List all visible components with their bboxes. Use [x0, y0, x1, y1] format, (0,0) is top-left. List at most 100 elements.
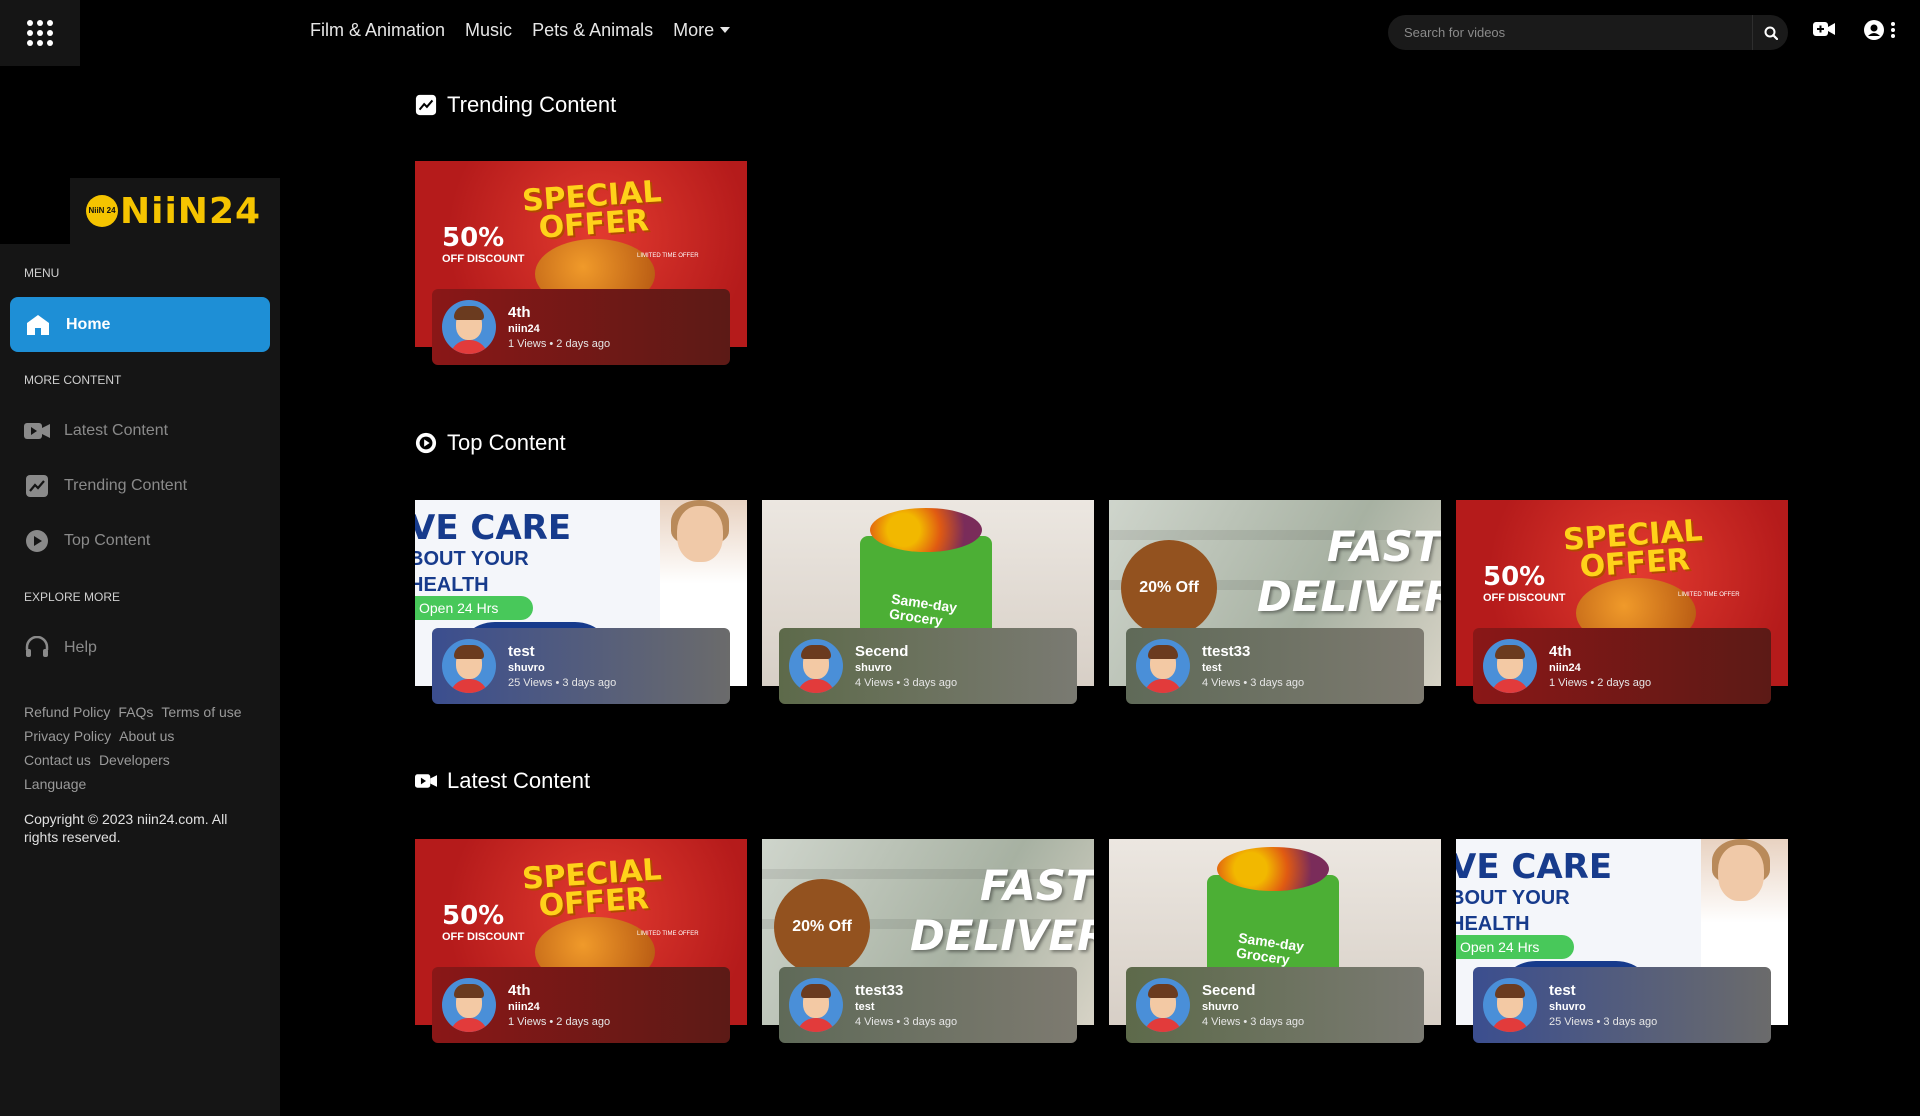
sidebar-item-top-content[interactable]: Top Content [24, 528, 150, 554]
video-title: 4th [1549, 643, 1572, 660]
video-author: niin24 [508, 1001, 540, 1013]
video-title: ttest33 [1202, 643, 1251, 660]
upload-video-button[interactable] [1813, 20, 1835, 38]
sidebar-item-label: Latest Content [64, 422, 169, 439]
video-author: shuvro [855, 662, 892, 674]
section-title-trending: Trending Content [415, 92, 616, 118]
video-info-overlay: 4th niin24 1 Views • 2 days ago [432, 967, 730, 1043]
sidebar-item-label: Top Content [64, 532, 151, 549]
section-title-text: Trending Content [447, 92, 617, 117]
video-stats: 4 Views • 3 days ago [855, 1016, 958, 1028]
video-camera-icon [415, 770, 437, 792]
video-stats: 4 Views • 3 days ago [855, 677, 958, 689]
video-card[interactable]: VE CARE BOUT YOUR HEALTH Open 24 Hrs test… [1456, 839, 1788, 1043]
video-title: ttest33 [855, 982, 904, 999]
video-card[interactable]: FAST DELIVERY 20% Off ttest33 test 4 Vie… [1109, 500, 1441, 704]
link-about-us[interactable]: About us [119, 728, 174, 744]
apps-grid-button[interactable] [0, 0, 80, 66]
sidebar-item-latest-content[interactable]: Latest Content [24, 418, 168, 444]
sidebar-item-home[interactable]: Home [10, 297, 270, 352]
nav-film-animation[interactable]: Film & Animation [310, 20, 445, 41]
kebab-menu-icon [1891, 22, 1895, 38]
more-content-header: MORE CONTENT [24, 373, 122, 387]
video-stats: 1 Views • 2 days ago [508, 338, 611, 350]
sidebar: MENU Home MORE CONTENT Latest Content Tr… [0, 244, 280, 1116]
section-title-top: Top Content [415, 430, 566, 456]
link-faqs[interactable]: FAQs [118, 704, 153, 720]
sidebar-item-trending-content[interactable]: Trending Content [24, 473, 187, 499]
play-circle-icon [415, 432, 437, 454]
explore-more-header: EXPLORE MORE [24, 590, 121, 604]
video-author: niin24 [1549, 662, 1581, 674]
video-title: Secend [1202, 982, 1256, 999]
link-language[interactable]: Language [24, 776, 86, 792]
avatar [789, 639, 843, 693]
video-card[interactable]: FAST DELIVERY 20% Off ttest33 test 4 Vie… [762, 839, 1094, 1043]
link-refund-policy[interactable]: Refund Policy [24, 704, 110, 720]
video-info-overlay: test shuvro 25 Views • 3 days ago [1473, 967, 1771, 1043]
video-card[interactable]: SPECIAL OFFER 50% OFF DISCOUNT LIMITED TI… [415, 161, 747, 365]
headset-icon [24, 635, 50, 661]
video-info-overlay: test shuvro 25 Views • 3 days ago [432, 628, 730, 704]
nav-music[interactable]: Music [465, 20, 512, 41]
video-info-overlay: ttest33 test 4 Views • 3 days ago [1126, 628, 1424, 704]
avatar [1483, 978, 1537, 1032]
search-bar [1388, 15, 1788, 50]
logo-text: NiiN24 [120, 190, 262, 232]
video-stats: 25 Views • 3 days ago [508, 677, 617, 689]
video-info-overlay: Secend shuvro 4 Views • 3 days ago [1126, 967, 1424, 1043]
user-circle-icon [1864, 20, 1884, 40]
avatar [442, 300, 496, 354]
logo-coin-icon: NiiN 24 [86, 195, 118, 227]
video-card[interactable]: SPECIAL OFFER 50% OFF DISCOUNT LIMITED TI… [1456, 500, 1788, 704]
video-author: shuvro [1202, 1001, 1239, 1013]
sidebar-item-help[interactable]: Help [24, 635, 97, 661]
video-title: test [508, 643, 535, 660]
search-input[interactable] [1388, 15, 1752, 50]
link-terms-of-use[interactable]: Terms of use [161, 704, 241, 720]
video-author: shuvro [508, 662, 545, 674]
sidebar-item-label: Help [64, 639, 97, 656]
trending-chart-icon [24, 473, 50, 499]
avatar [442, 978, 496, 1032]
video-stats: 4 Views • 3 days ago [1202, 1016, 1305, 1028]
video-title: 4th [508, 304, 531, 321]
avatar [1136, 978, 1190, 1032]
video-stats: 1 Views • 2 days ago [1549, 677, 1652, 689]
sidebar-item-label: Trending Content [64, 477, 188, 494]
link-privacy-policy[interactable]: Privacy Policy [24, 728, 111, 744]
trending-chart-icon [415, 94, 437, 116]
video-stats: 1 Views • 2 days ago [508, 1016, 611, 1028]
site-logo[interactable]: NiiN 24 NiiN24 [70, 178, 280, 244]
video-author: niin24 [508, 323, 540, 335]
user-menu-button[interactable] [1864, 20, 1896, 40]
video-card[interactable]: Same-day Grocery Secend shuvro 4 Views • … [1109, 839, 1441, 1043]
search-button[interactable] [1752, 15, 1788, 50]
grid-icon [27, 20, 53, 46]
avatar [1136, 639, 1190, 693]
video-card[interactable]: SPECIAL OFFER 50% OFF DISCOUNT LIMITED TI… [415, 839, 747, 1043]
section-title-text: Latest Content [447, 768, 591, 793]
video-author: test [1202, 662, 1222, 674]
video-stats: 25 Views • 3 days ago [1549, 1016, 1658, 1028]
video-title: Secend [855, 643, 909, 660]
video-camera-plus-icon [1813, 22, 1835, 36]
video-card[interactable]: Same-day Grocery Secend shuvro 4 Views • … [762, 500, 1094, 704]
video-info-overlay: Secend shuvro 4 Views • 3 days ago [779, 628, 1077, 704]
video-title: test [1549, 982, 1576, 999]
section-title-text: Top Content [447, 430, 566, 455]
nav-more-dropdown[interactable]: More [673, 20, 730, 41]
play-circle-icon [24, 528, 50, 554]
section-title-latest: Latest Content [415, 768, 590, 794]
nav-pets-animals[interactable]: Pets & Animals [532, 20, 653, 41]
avatar [789, 978, 843, 1032]
avatar [442, 639, 496, 693]
footer-links: Refund Policy FAQs Terms of use Privacy Po… [24, 700, 264, 796]
copyright-text: Copyright © 2023 niin24.com. All rights … [24, 811, 228, 845]
video-author: test [855, 1001, 875, 1013]
link-contact-us[interactable]: Contact us [24, 752, 91, 768]
link-developers[interactable]: Developers [99, 752, 170, 768]
sidebar-item-label: Home [66, 315, 111, 333]
video-card[interactable]: VE CARE BOUT YOUR HEALTH Open 24 Hrs test… [415, 500, 747, 704]
video-info-overlay: 4th niin24 1 Views • 2 days ago [432, 289, 730, 365]
